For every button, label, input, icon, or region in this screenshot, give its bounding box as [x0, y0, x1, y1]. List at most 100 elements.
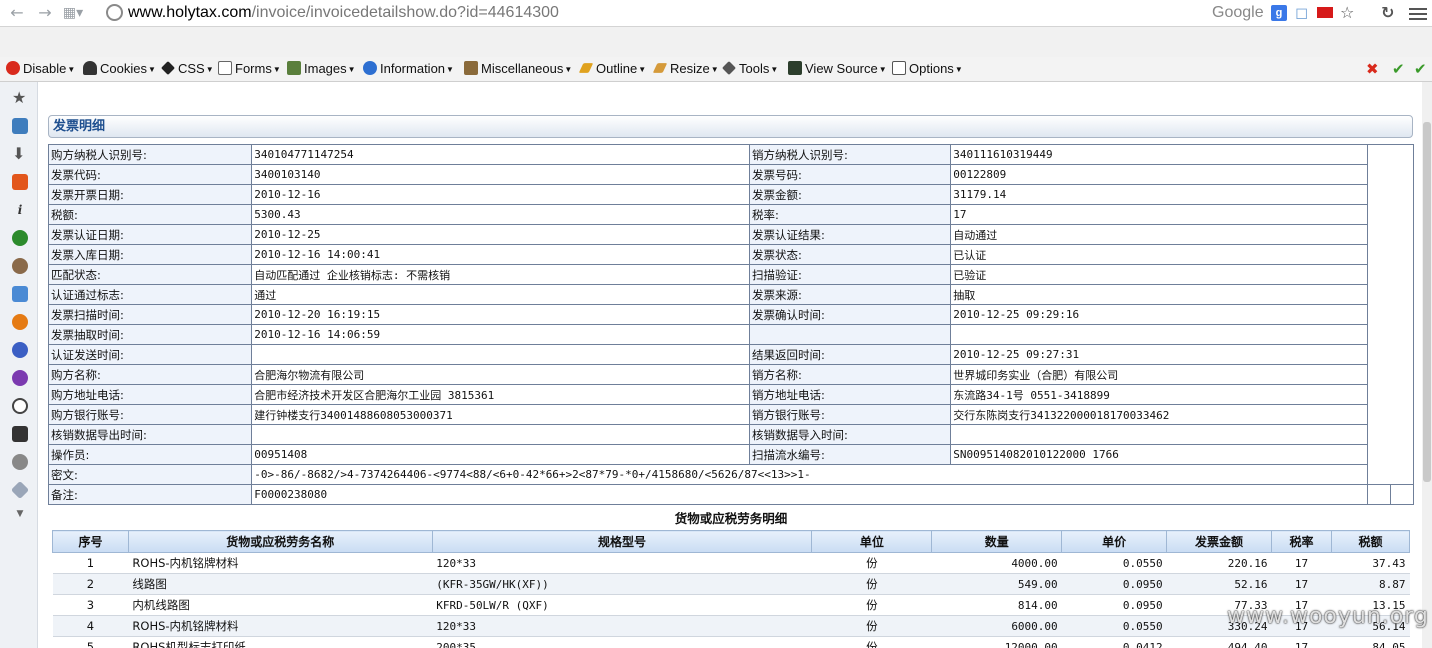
detail-value: 3400103140 [251, 164, 751, 185]
google-plus-icon[interactable]: g [1271, 5, 1287, 21]
virus-icon[interactable] [12, 370, 28, 386]
menu-icon[interactable] [1409, 5, 1427, 23]
wd-information-menu[interactable]: Information▼ [363, 59, 454, 79]
goods-header-cell: 规格型号 [431, 530, 813, 553]
cursor-icon[interactable] [12, 286, 28, 302]
wd-resize-menu[interactable]: Resize▼ [652, 59, 719, 79]
wd-forms-menu[interactable]: Forms▼ [218, 59, 281, 79]
url-path: /invoice/invoicedetailshow.do?id=4461430… [251, 4, 559, 21]
wd-images-menu[interactable]: Images▼ [287, 59, 356, 79]
wd-css-menu[interactable]: CSS▼ [161, 59, 214, 79]
images-icon [287, 61, 301, 75]
download-icon[interactable]: ⬇ [12, 146, 28, 162]
wd-options-menu[interactable]: Options▼ [892, 59, 963, 79]
detail-label: 结果返回时间: [749, 344, 952, 365]
puzzle-icon[interactable] [12, 118, 28, 134]
wd-disable-menu[interactable]: Disable▼ [6, 59, 75, 79]
detail-side-cell [1366, 144, 1415, 485]
error-status-icon[interactable]: ✖ [1366, 60, 1379, 78]
qr-code-icon[interactable] [12, 426, 28, 442]
goods-cell: 17 [1271, 573, 1332, 595]
detail-label: 销方地址电话: [749, 384, 952, 405]
goods-header-cell: 货物或应税劳务名称 [127, 530, 433, 553]
wd-tools-menu[interactable]: Tools▼ [722, 59, 778, 79]
detail-label: 发票开票日期: [47, 184, 253, 205]
information-icon [363, 61, 377, 75]
goods-cell: 37.43 [1331, 552, 1410, 574]
detail-row: 购方名称: 合肥海尔物流有限公司 销方名称: 世界城印务实业（合肥）有限公司 [47, 364, 1414, 385]
flag-icon[interactable] [1317, 7, 1333, 18]
cipher-value: -0>-86/-8682/>4-7374264406-<9774<88/<6+0… [251, 464, 1368, 485]
goods-cell: 0.0550 [1061, 552, 1167, 574]
goods-cell: ROHS-内机铭牌材料 [128, 615, 433, 637]
search-engine-label[interactable]: Google [1212, 3, 1264, 23]
goods-header-cell: 单位 [811, 530, 933, 553]
page-scrollbar[interactable] [1422, 82, 1432, 648]
goods-cell: 线路图 [128, 573, 433, 595]
goods-cell: 份 [811, 615, 932, 637]
wd-outline-menu[interactable]: Outline▼ [578, 59, 646, 79]
bookmark-star-icon[interactable]: ☆ [1340, 4, 1354, 22]
note-value: F0000238080 [251, 484, 1368, 505]
detail-label: 发票认证日期: [47, 224, 253, 245]
goods-cell: 5 [52, 636, 129, 648]
goods-row: 2 线路图 (KFR-35GW/HK(XF)) 份 549.00 0.0950 52.16 1… [52, 573, 1410, 595]
gray-ball-icon[interactable] [12, 454, 28, 470]
scrollbar-thumb[interactable] [1423, 122, 1431, 482]
view-source-icon [788, 61, 802, 75]
apps-grid-icon[interactable]: ▦▾ [62, 3, 84, 23]
css-ok-icon[interactable]: ✔ [1392, 60, 1405, 78]
link-icon[interactable] [12, 258, 28, 274]
forward-icon[interactable]: → [34, 3, 56, 23]
toolbar-gap [0, 27, 1432, 57]
weibo-icon[interactable] [12, 174, 28, 190]
goods-header-cell: 税额 [1330, 530, 1411, 553]
goods-cell: 0.0550 [1061, 615, 1167, 637]
goods-cell: 6000.00 [931, 615, 1062, 637]
goods-row: 1 ROHS-内机铭牌材料 120*33 份 4000.00 0.0550 220.16 17… [52, 552, 1410, 574]
detail-value: 5300.43 [251, 204, 751, 225]
watermark: www.wooyun.org [1227, 604, 1429, 629]
detail-label: 税额: [47, 204, 253, 225]
detail-value: 2010-12-16 14:06:59 [251, 324, 751, 345]
outline-icon [578, 63, 594, 73]
detail-value: 自动通过 [950, 224, 1368, 245]
detail-label: 购方地址电话: [47, 384, 253, 405]
back-icon[interactable]: ← [6, 3, 28, 23]
detail-value: 抽取 [950, 284, 1368, 305]
detail-label: 税率: [749, 204, 952, 225]
detail-value [251, 424, 751, 445]
note-label: 备注: [47, 484, 253, 505]
goods-cell: 2 [52, 573, 129, 595]
goods-cell: 200*35 [432, 636, 812, 648]
invoice-detail-table: 购方纳税人识别号: 340104771147254 销方纳税人识别号: 3401116… [47, 144, 1415, 505]
detail-value: 340104771147254 [251, 144, 751, 165]
swirl-icon[interactable] [12, 342, 28, 358]
star-icon[interactable]: ★ [12, 90, 28, 106]
shield-icon[interactable]: ◻ [1295, 4, 1308, 22]
orange-extension-icon[interactable] [12, 314, 28, 330]
wd-miscellaneous-menu[interactable]: Miscellaneous▼ [464, 59, 572, 79]
detail-value [950, 324, 1368, 345]
goods-cell: 4 [52, 615, 129, 637]
detail-row: 发票入库日期: 2010-12-16 14:00:41 发票状态: 已认证 [47, 244, 1414, 265]
detail-label: 销方纳税人识别号: [749, 144, 952, 165]
eraser-icon[interactable] [10, 480, 30, 500]
note-side-cell-1 [1366, 484, 1391, 505]
web-developer-toolbar: Disable▼ Cookies▼ CSS▼ Forms▼ Images▼ In… [0, 57, 1432, 82]
js-ok-icon[interactable]: ✔ [1414, 60, 1427, 78]
wd-view-source-menu[interactable]: View Source▼ [788, 59, 887, 79]
detail-row: 发票认证日期: 2010-12-25 发票认证结果: 自动通过 [47, 224, 1414, 245]
wd-cookies-menu[interactable]: Cookies▼ [83, 59, 156, 79]
detail-row: 发票开票日期: 2010-12-16 发票金额: 31179.14 [47, 184, 1414, 205]
palette-icon[interactable] [12, 398, 28, 414]
detail-row: 认证通过标志: 通过 发票来源: 抽取 [47, 284, 1414, 305]
goods-cell: 220.16 [1166, 552, 1272, 574]
url-field[interactable]: www.holytax.com/invoice/invoicedetailsho… [128, 3, 559, 23]
chevron-down-icon[interactable]: ▼ [12, 506, 28, 522]
goods-cell: 549.00 [931, 573, 1062, 595]
reload-icon[interactable]: ↻ [1381, 4, 1394, 22]
goods-cell: 814.00 [931, 594, 1062, 616]
info-icon[interactable]: i [12, 202, 28, 218]
green-shield-icon[interactable] [12, 230, 28, 246]
